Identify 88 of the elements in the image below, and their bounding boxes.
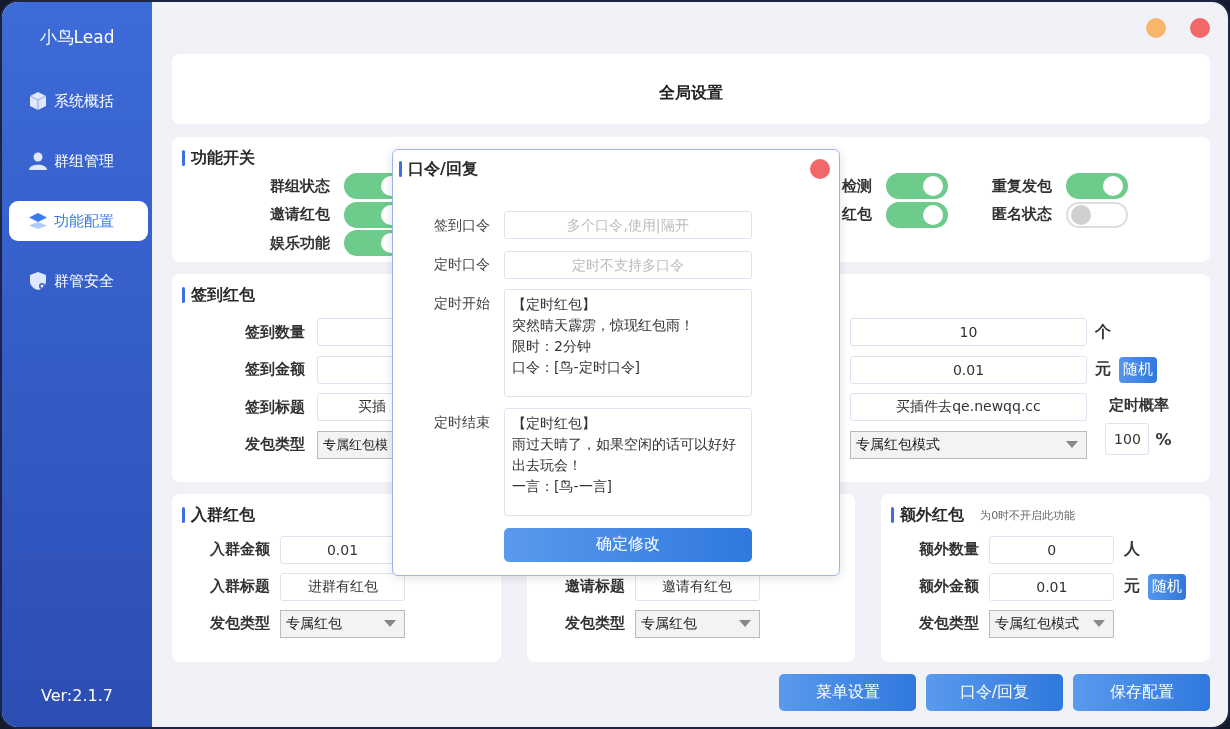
text-area[interactable]: 【定时红包】 雨过天晴了，如果空闲的话可以好好出去玩会！ 一言：[鸟-一言] — [504, 407, 752, 516]
toggle-switch[interactable] — [1066, 173, 1128, 200]
text-line: 一言：[鸟-一言] — [512, 476, 612, 496]
section-title: 入群红包 — [191, 504, 255, 526]
field-label: 定时概率 — [1108, 396, 1169, 416]
unit-label: 人 — [1124, 539, 1141, 560]
minimize-button[interactable] — [1146, 18, 1166, 38]
field-label: 定时口令 — [433, 255, 490, 274]
title-accent-bar — [399, 161, 402, 177]
switch-label: 重复发包 — [991, 176, 1052, 196]
switch-label: 检测 — [840, 176, 872, 196]
dropdown[interactable]: 专属红包模式 — [989, 609, 1115, 638]
dropdown[interactable]: 专属红包模式 — [850, 430, 1087, 459]
toggle-switch[interactable] — [886, 173, 948, 200]
text-line: 【定时红包】 — [512, 295, 596, 314]
dropdown[interactable]: 专属红包 — [280, 609, 405, 638]
field-label: 邀请标题 — [563, 577, 625, 596]
unit-label: 元 — [1124, 576, 1141, 597]
action-button[interactable]: 保存配置 — [1073, 674, 1210, 711]
close-button[interactable] — [810, 159, 830, 179]
hint-text: 为0时不开启此功能 — [980, 507, 1076, 523]
input-field[interactable]: 进群有红包 — [280, 572, 405, 601]
dialog-title: 口令/回复 — [408, 158, 478, 180]
sidebar-item[interactable]: 功能配置 — [9, 201, 148, 241]
text-line: 【定时红包】 — [512, 413, 596, 433]
field-label: 签到数量 — [244, 322, 305, 342]
field-label: 入群金额 — [209, 540, 270, 559]
field-label: 发包类型 — [244, 435, 305, 454]
switch-label: 群组状态 — [269, 176, 330, 196]
field-label: 定时开始 — [433, 294, 490, 313]
field-label: 签到金额 — [244, 360, 305, 379]
field-label: 发包类型 — [563, 614, 625, 633]
field-label: 额外金额 — [918, 577, 980, 596]
unit-label: 元 — [1095, 359, 1111, 380]
title-accent-bar — [182, 287, 185, 303]
title-accent-bar — [891, 507, 895, 523]
field-label: 入群标题 — [209, 577, 270, 596]
toggle-switch[interactable] — [1066, 201, 1128, 228]
random-button[interactable]: 随机 — [1148, 573, 1187, 600]
section-title: 签到红包 — [191, 284, 255, 306]
random-button[interactable]: 随机 — [1119, 356, 1157, 383]
input-field[interactable]: 10 — [850, 318, 1087, 346]
toggle-switch[interactable] — [886, 201, 948, 228]
input-field[interactable]: 买插件去qe.newqq.cc — [850, 393, 1087, 421]
text-line: 突然晴天霹雳，惊现红包雨！ — [512, 316, 694, 335]
field-label: 额外数量 — [918, 540, 980, 559]
action-button[interactable]: 菜单设置 — [779, 674, 916, 711]
title-accent-bar — [182, 507, 185, 523]
switch-label: 匿名状态 — [991, 205, 1052, 225]
section-title: 功能开关 — [191, 147, 255, 169]
user-icon — [28, 151, 48, 171]
input-field[interactable]: 0.01 — [989, 572, 1115, 601]
dropdown[interactable]: 专属红包 — [634, 609, 760, 638]
text-line: 口令：[鸟-定时口令] — [512, 358, 640, 377]
switch-label: 红包 — [841, 205, 872, 225]
field-label: 签到标题 — [244, 397, 305, 417]
action-button[interactable]: 口令/回复 — [926, 674, 1063, 711]
version-text: Ver:2.1.7 — [40, 686, 114, 707]
field-label: 定时结束 — [433, 412, 490, 432]
input-field[interactable]: 100 — [1105, 423, 1150, 456]
unit-label: 个 — [1095, 321, 1111, 343]
sidebar-item[interactable]: 群管安全 — [9, 261, 148, 301]
cube-icon — [28, 91, 48, 111]
close-button[interactable] — [1190, 18, 1210, 38]
sidebar-item[interactable]: 群组管理 — [9, 141, 148, 181]
caret-icon — [1093, 620, 1106, 627]
confirm-button[interactable]: 确定修改 — [504, 527, 752, 562]
section-title: 额外红包 — [900, 504, 965, 526]
caret-icon — [1066, 441, 1078, 448]
app-logo-text: 小鸟Lead — [38, 26, 116, 49]
switch-label: 娱乐功能 — [269, 233, 330, 253]
field-label: 发包类型 — [918, 614, 980, 633]
input-field[interactable]: 0.01 — [850, 355, 1087, 384]
unit-label: % — [1155, 429, 1172, 449]
caret-icon — [738, 620, 751, 627]
page-title: 全局设置 — [659, 81, 723, 104]
switch-label: 邀请红包 — [269, 205, 330, 225]
caret-icon — [384, 620, 396, 627]
sidebar-item[interactable]: 系统概括 — [9, 81, 148, 121]
text-line: 雨过天晴了，如果空闲的话可以好好出去玩会！ — [512, 434, 737, 475]
title-accent-bar — [182, 150, 185, 166]
field-label: 发包类型 — [209, 614, 270, 633]
field-label: 签到口令 — [433, 216, 490, 235]
text-line: 限时：2分钟 — [512, 337, 591, 356]
input-field[interactable]: 0 — [989, 535, 1115, 564]
text-area[interactable]: 【定时红包】 突然晴天霹雳，惊现红包雨！ 限时：2分钟 口令：[鸟-定时口令] — [504, 289, 752, 397]
layers-icon — [28, 211, 48, 231]
shield-icon — [28, 271, 48, 291]
